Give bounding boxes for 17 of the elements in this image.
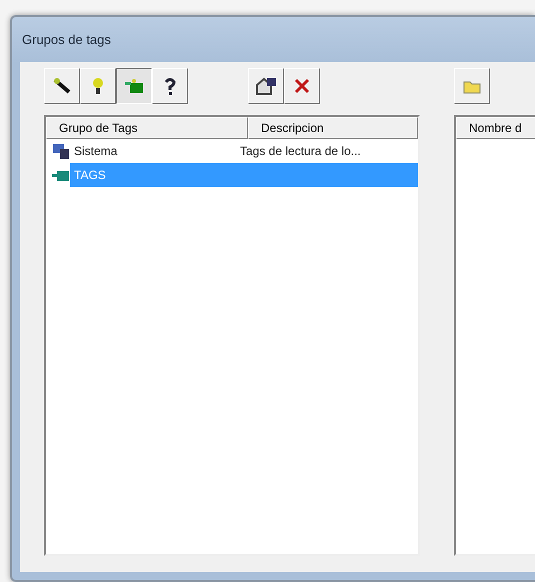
group-icon	[124, 78, 144, 94]
tag-group-icon	[52, 168, 70, 182]
bulb-icon	[91, 77, 105, 95]
column-header[interactable]: Nombre d	[456, 117, 535, 139]
close-icon	[294, 78, 310, 94]
window-title: Grupos de tags	[22, 32, 111, 47]
column-header[interactable]: Descripcion	[248, 117, 418, 139]
group-name: Sistema	[74, 144, 118, 158]
group-name: TAGS	[74, 168, 106, 182]
computer-icon	[52, 142, 70, 160]
wand-icon	[53, 78, 71, 94]
group-description: Tags de lectura de lo...	[240, 144, 361, 158]
list-row[interactable]: Sistema Tags de lectura de lo...	[70, 139, 418, 163]
properties-icon	[255, 77, 277, 95]
column-header[interactable]: Grupo de Tags	[46, 117, 248, 139]
help-icon	[163, 77, 177, 95]
folder-icon	[463, 78, 481, 94]
